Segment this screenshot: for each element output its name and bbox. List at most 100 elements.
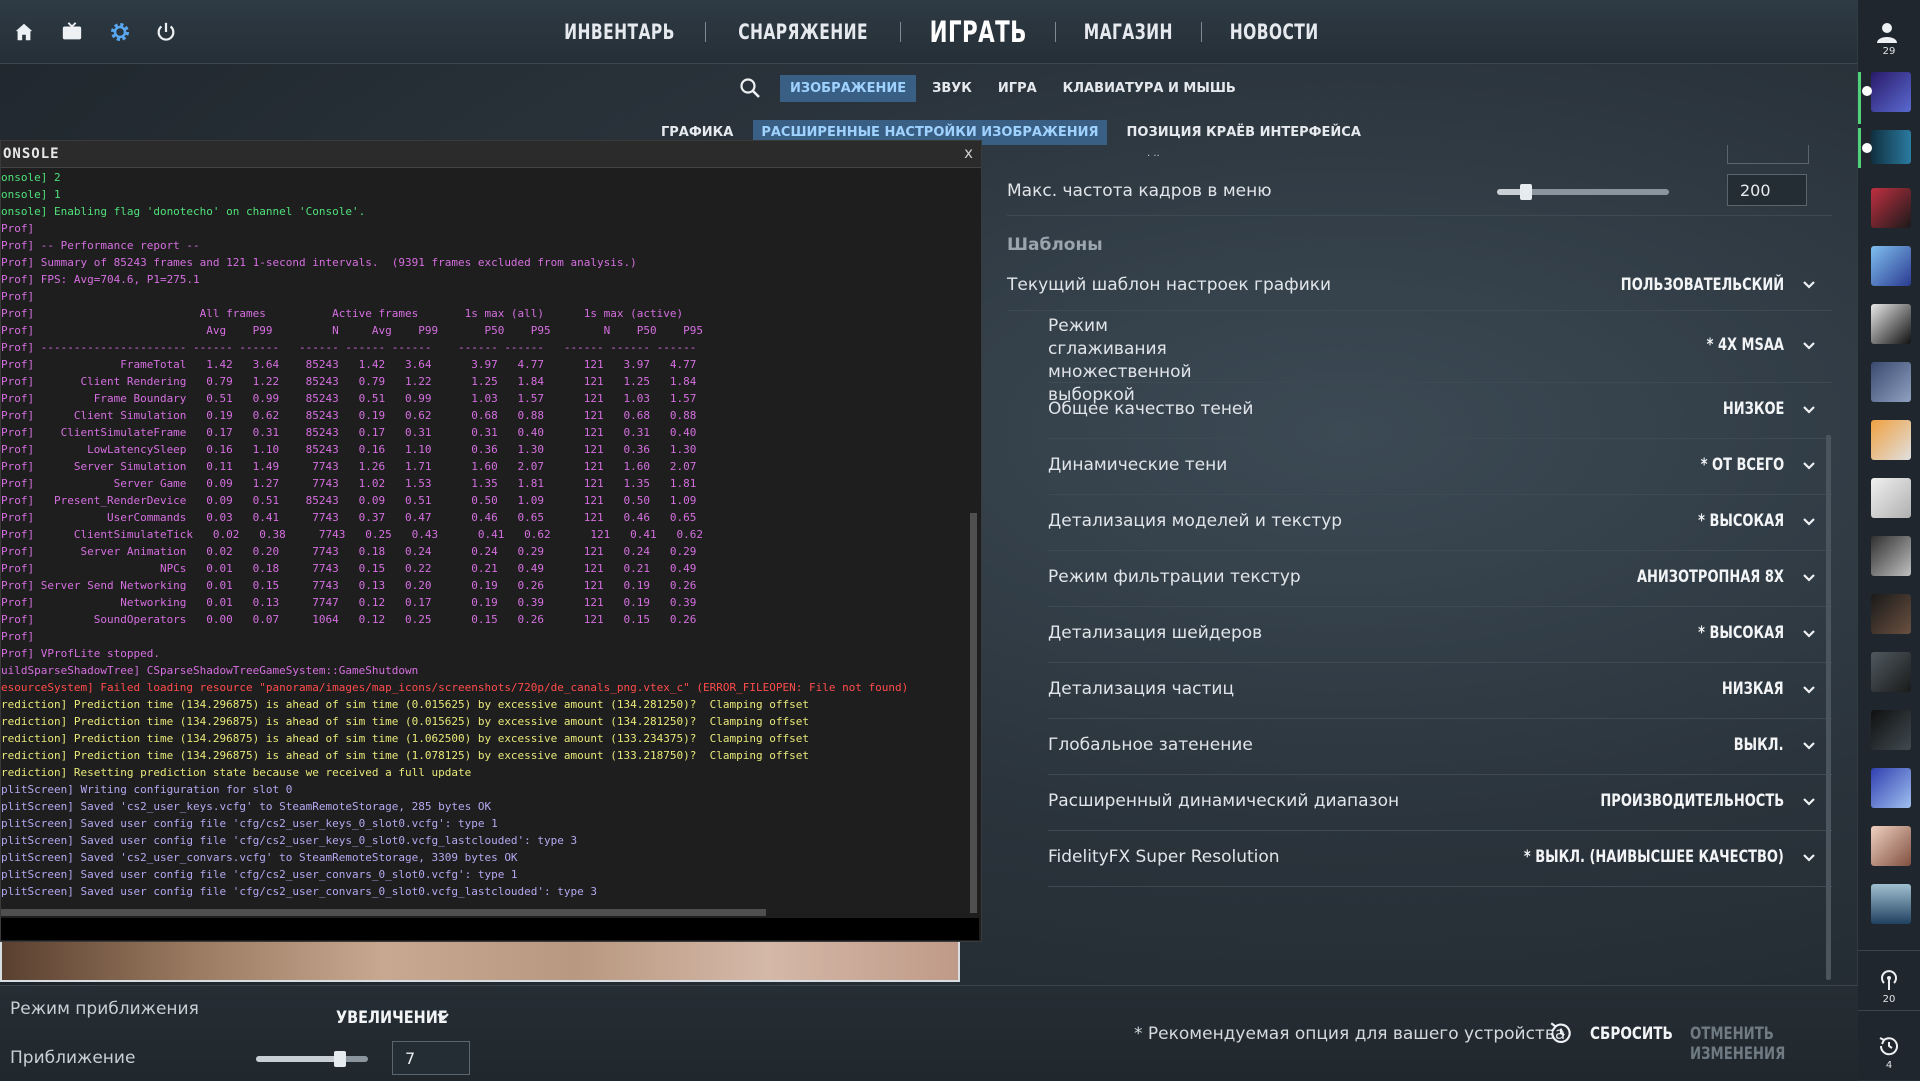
option-row[interactable]: Расширенный динамический диапазон ПРОИЗВО… (1048, 774, 1832, 831)
nav-separator (1200, 21, 1202, 42)
main-nav: ИНВЕНТАРЬ СНАРЯЖЕНИЕ ИГРАТЬ МАГАЗИН НОВО… (0, 0, 1880, 63)
option-label: Общее качество теней (1048, 399, 1254, 419)
option-value: ПРОИЗВОДИТЕЛЬНОСТЬ (1600, 791, 1784, 811)
friend-avatar[interactable] (1871, 246, 1911, 286)
nav-news[interactable]: НОВОСТИ (1215, 20, 1333, 44)
option-label: Детализация моделей и текстур (1048, 511, 1343, 531)
option-row[interactable]: Режим сглаживания множественной выборкой… (1048, 312, 1832, 405)
console-titlebar[interactable]: ONSOLE x (1, 141, 981, 168)
preset-row[interactable]: Текущий шаблон настроек графики ПОЛЬЗОВА… (1007, 260, 1832, 311)
option-row[interactable]: Глобальное затенение ВЫКЛ. (1048, 718, 1832, 775)
broadcast-icon[interactable] (1877, 968, 1901, 996)
console-line: rediction] Prediction time (134.296875) … (1, 732, 809, 745)
player-count: 29 (1882, 46, 1896, 57)
menu-fps-input[interactable]: 200 (1727, 174, 1807, 206)
friend-avatar[interactable] (1871, 536, 1911, 576)
console-line: plitScreen] Saved user config file 'cfg/… (1, 834, 578, 847)
friend-avatar[interactable] (1871, 304, 1911, 344)
menu-fps-slider-thumb[interactable] (1520, 184, 1533, 200)
option-value: * ВЫСОКАЯ (1698, 511, 1784, 531)
console-input[interactable] (1, 918, 979, 940)
friend-avatar[interactable] (1871, 826, 1911, 866)
console-horizontal-scrollbar[interactable] (1, 909, 766, 916)
console-line: onsole] 1 (1, 188, 61, 201)
friend-avatar[interactable] (1871, 710, 1911, 750)
console-line: Prof] VProfLite stopped. (1, 647, 160, 660)
cancel-changes-button[interactable]: ОТМЕНИТЬ ИЗМЕНЕНИЯ (1690, 1024, 1821, 1064)
nav-store[interactable]: МАГАЗИН (1069, 20, 1188, 44)
console-line: rediction] Resetting prediction state be… (1, 766, 472, 779)
history-count: 4 (1885, 1060, 1893, 1071)
console-line: plitScreen] Saved 'cs2_user_keys.vcfg' t… (1, 800, 492, 813)
zoom-input[interactable]: 7 (392, 1041, 470, 1075)
friend-avatar[interactable] (1871, 594, 1911, 634)
console-line: Prof] ClientSimulateTick 0.02 0.38 7743 … (1, 528, 703, 541)
friend-avatar[interactable] (1871, 130, 1911, 164)
cut-off-row-marker: . .. (1147, 148, 1160, 159)
chevron-down-icon (1802, 682, 1815, 694)
console-line: Prof] FrameTotal 1.42 3.64 85243 1.42 3.… (1, 358, 697, 371)
friend-avatar[interactable] (1871, 188, 1911, 228)
console-line: Prof] UserCommands 0.03 0.41 7743 0.37 0… (1, 511, 697, 524)
friend-avatar[interactable] (1871, 420, 1911, 460)
friend-avatar[interactable] (1871, 72, 1911, 112)
console-line: Prof] -- Performance report -- (1, 239, 200, 252)
play-badge-icon (1862, 86, 1872, 96)
settings-scrollbar[interactable] (1826, 435, 1831, 980)
option-row[interactable]: FidelityFX Super Resolution * ВЫКЛ. (НАИВ… (1048, 830, 1832, 887)
history-icon[interactable] (1877, 1034, 1901, 1062)
user-icon[interactable] (1875, 22, 1899, 48)
option-value: * ОТ ВСЕГО (1700, 455, 1784, 475)
option-row[interactable]: Детализация моделей и текстур * ВЫСОКАЯ (1048, 494, 1832, 551)
option-row[interactable]: Режим фильтрации текстур АНИЗОТРОПНАЯ 8X (1048, 550, 1832, 607)
search-icon[interactable] (738, 76, 762, 100)
nav-play[interactable]: ИГРАТЬ (915, 15, 1042, 49)
nav-inventory[interactable]: ИНВЕНТАРЬ (549, 20, 689, 44)
console-line: rediction] Prediction time (134.296875) … (1, 715, 809, 728)
option-row[interactable]: Детализация частиц НИЗКАЯ (1048, 662, 1832, 719)
console-scrollbar[interactable] (970, 513, 977, 913)
zoom-mode-value[interactable]: УВЕЛИЧЕНИЕ (336, 1008, 448, 1028)
friend-avatar[interactable] (1871, 768, 1911, 808)
reset-icon[interactable] (1548, 1020, 1574, 1050)
console-line: plitScreen] Saved 'cs2_user_convars.vcfg… (1, 851, 518, 864)
option-row[interactable]: Динамические тени * ОТ ВСЕГО (1048, 438, 1832, 495)
zoom-label: Приближение (10, 1048, 136, 1068)
console-line: Prof] Server Animation 0.02 0.20 7743 0.… (1, 545, 697, 558)
console-line: Prof] Summary of 85243 frames and 121 1-… (1, 256, 637, 269)
console-line: Prof] Server Game 0.09 1.27 7743 1.02 1.… (1, 477, 697, 490)
tab-keyboard-mouse[interactable]: КЛАВИАТУРА И МЫШЬ (1053, 75, 1246, 102)
online-indicator (1858, 128, 1861, 168)
option-row[interactable]: Общее качество теней НИЗКОЕ (1048, 382, 1832, 439)
top-navigation-bar: ИНВЕНТАРЬ СНАРЯЖЕНИЕ ИГРАТЬ МАГАЗИН НОВО… (0, 0, 1880, 64)
console-line: plitScreen] Writing configuration for sl… (1, 783, 293, 796)
friend-avatar[interactable] (1871, 362, 1911, 402)
console-line: Prof] Avg P99 N Avg P99 P50 P95 N P50 P9… (1, 324, 703, 337)
nav-loadout[interactable]: СНАРЯЖЕНИЕ (723, 20, 882, 44)
rail-divider (1858, 950, 1920, 951)
reset-button[interactable]: СБРОСИТЬ (1590, 1024, 1673, 1044)
zoom-slider-thumb[interactable] (334, 1051, 346, 1067)
option-value: * ВЫКЛ. (НАИВЫСШЕЕ КАЧЕСТВО) (1524, 847, 1784, 867)
friend-avatar[interactable] (1871, 884, 1911, 924)
console-close-button[interactable]: x (964, 144, 973, 162)
tab-audio[interactable]: ЗВУК (922, 75, 982, 102)
numeric-field[interactable] (1727, 145, 1809, 164)
subtab-hud-edge-position[interactable]: ПОЗИЦИЯ КРАЁВ ИНТЕРФЕЙСА (1119, 120, 1369, 145)
chevron-down-icon[interactable] (436, 1009, 450, 1028)
friend-avatar[interactable] (1871, 478, 1911, 518)
option-label: FidelityFX Super Resolution (1048, 847, 1280, 867)
tab-video[interactable]: ИЗОБРАЖЕНИЕ (780, 74, 917, 102)
tab-game[interactable]: ИГРА (988, 75, 1047, 102)
advanced-video-settings: . .. Макс. частота кадров в меню 200 Шаб… (1007, 145, 1832, 985)
console-line: uildSparseShadowTree] CSparseShadowTreeG… (1, 664, 419, 677)
zoom-mode-label: Режим приближения (10, 999, 199, 1019)
option-label: Детализация шейдеров (1048, 623, 1263, 643)
console-line: Prof] Server Simulation 0.11 1.49 7743 1… (1, 460, 697, 473)
option-row[interactable]: Детализация шейдеров * ВЫСОКАЯ (1048, 606, 1832, 663)
console-line: Prof] Server Send Networking 0.01 0.15 7… (1, 579, 697, 592)
chevron-down-icon (1802, 402, 1815, 414)
console-line: plitScreen] Saved user config file 'cfg/… (1, 868, 518, 881)
friend-avatar[interactable] (1871, 652, 1911, 692)
console-line: Prof] LowLatencySleep 0.16 1.10 85243 0.… (1, 443, 697, 456)
